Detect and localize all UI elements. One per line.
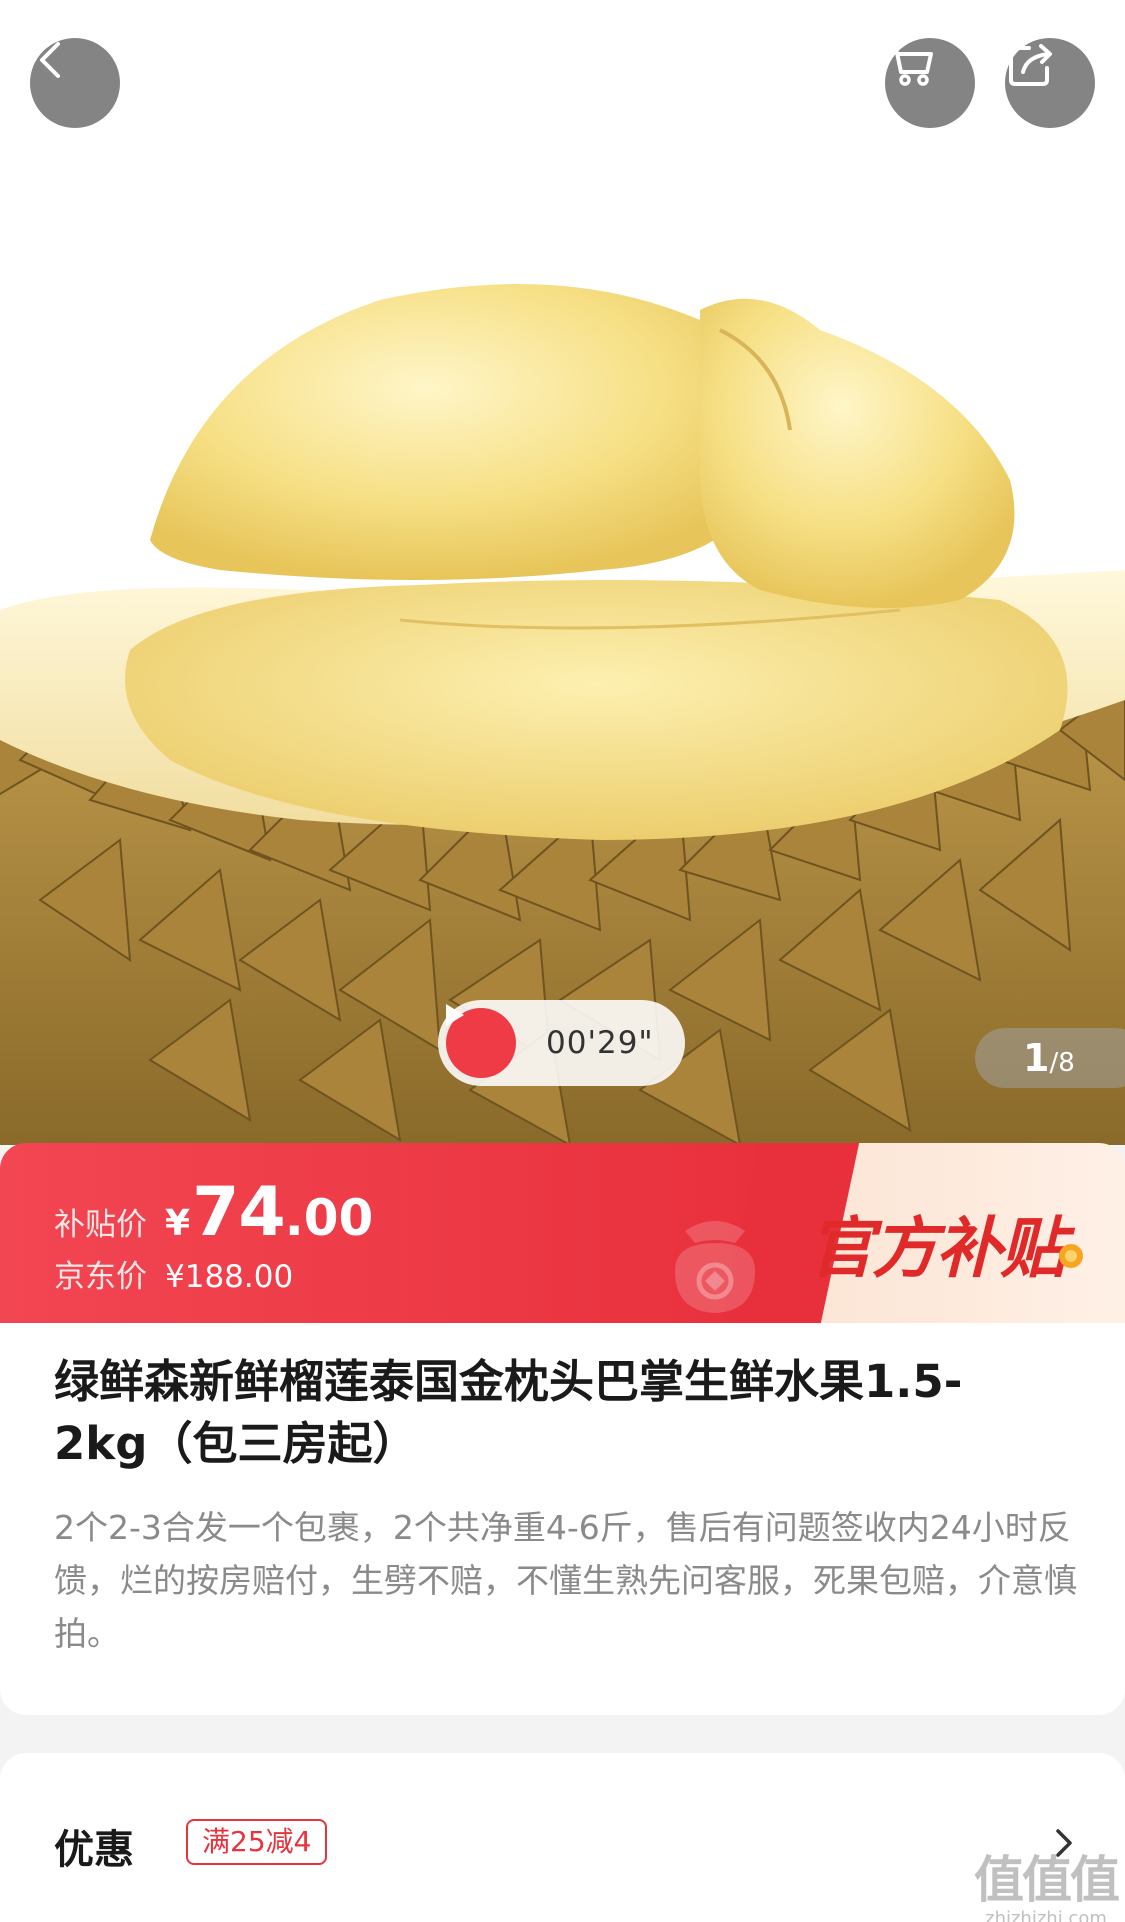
pager-separator: / [1049, 1048, 1059, 1078]
share-icon [1009, 44, 1052, 86]
image-pager: 1 / 8 [975, 1028, 1125, 1088]
subsidy-price-label: 补贴价 [54, 1207, 147, 1243]
pager-current: 1 [1023, 1036, 1050, 1080]
promo-coupon-tag: 满25减4 [186, 1819, 328, 1865]
back-button[interactable] [30, 38, 120, 128]
product-title: 绿鲜森新鲜榴莲泰国金枕头巴掌生鲜水果1.5-2kg（包三房起） [54, 1355, 963, 1470]
watermark-url: zhizhizhi.com [985, 1908, 1107, 1922]
watermark: 值值值 zhizhizhi.com [974, 1840, 1120, 1922]
promo-label: 优惠 [54, 1827, 134, 1873]
video-play-button[interactable]: 00'29" [438, 1000, 685, 1086]
price-banner: 补贴价 ¥ 74 .00 京东价 ¥188.00 官方补贴 [0, 1143, 1125, 1323]
subsidy-price-decimal: .00 [284, 1189, 374, 1247]
product-image-carousel[interactable]: 00'29" 1 / 8 [0, 0, 1125, 1145]
cart-icon [887, 46, 933, 86]
jd-price-value: ¥188.00 [165, 1259, 294, 1295]
promo-row[interactable]: 优惠 满25减4 [0, 1753, 1125, 1922]
subsidy-price-integer: 74 [192, 1173, 286, 1252]
money-bag-icon [675, 1221, 755, 1313]
share-button[interactable] [1005, 38, 1095, 128]
play-icon [446, 1004, 516, 1078]
cart-button[interactable] [885, 38, 975, 128]
subsidy-price: 补贴价 ¥ 74 .00 [54, 1173, 373, 1252]
watermark-logo: 值值值 [974, 1851, 1120, 1909]
chevron-left-icon [40, 42, 60, 78]
jd-price-label: 京东价 [54, 1259, 147, 1295]
durian-illustration [0, 284, 1125, 1145]
jd-price: 京东价 ¥188.00 [54, 1251, 293, 1296]
official-subsidy-badge: 官方补贴 [808, 1210, 1066, 1287]
coin-icon [1059, 1244, 1083, 1268]
video-duration: 00'29" [546, 1025, 654, 1061]
subsidy-price-currency: ¥ [165, 1203, 191, 1244]
product-info-card: 绿鲜森新鲜榴莲泰国金枕头巴掌生鲜水果1.5-2kg（包三房起） 2个2-3合发一… [0, 1323, 1125, 1715]
pager-total: 8 [1058, 1048, 1075, 1078]
product-description: 2个2-3合发一个包裹，2个共净重4-6斤，售后有问题签收内24小时反馈，烂的按… [54, 1508, 1077, 1653]
